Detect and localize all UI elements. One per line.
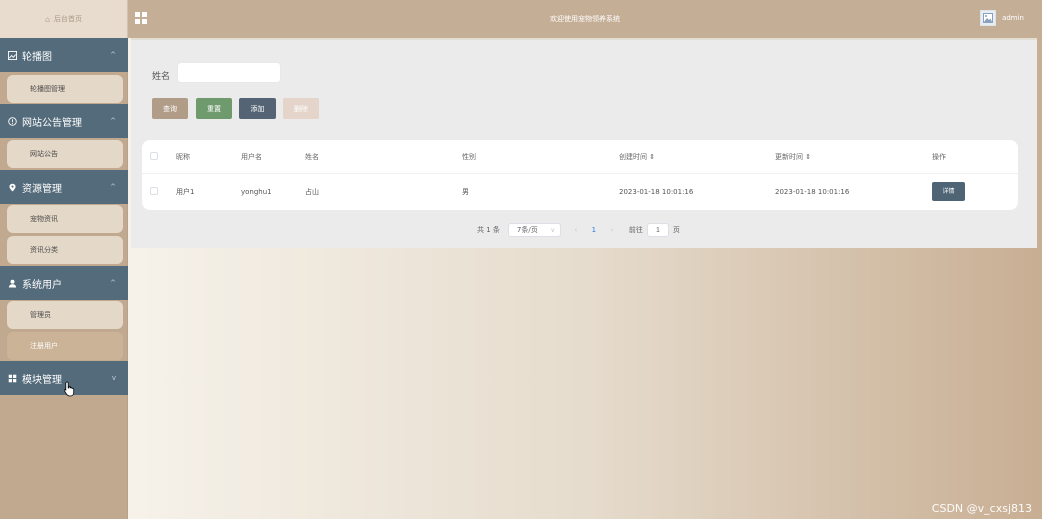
sidebar-group-resources[interactable]: 资源管理 ^ — [0, 170, 128, 204]
goto-prefix: 前往 — [628, 226, 643, 234]
name-search-input[interactable] — [177, 62, 281, 83]
delete-button[interactable]: 删除 — [283, 98, 319, 119]
sidebar-group-announcements[interactable]: 网站公告管理 ^ — [0, 104, 128, 138]
sidebar-group-carousel[interactable]: 轮播图 ^ — [0, 38, 128, 72]
sidebar-group-label: 系统用户 — [22, 279, 62, 291]
cell-gender: 男 — [462, 188, 469, 196]
column-header-action: 操作 — [932, 153, 946, 161]
detail-button[interactable]: 详情 — [932, 182, 965, 201]
hand-cursor-icon — [63, 381, 75, 397]
cell-updated: 2023-01-18 10:01:16 — [775, 188, 850, 196]
username: admin — [1002, 14, 1024, 22]
chevron-down-icon: ∨ — [550, 226, 555, 234]
image-icon — [8, 50, 17, 60]
prev-page-icon[interactable]: ‹ — [569, 223, 583, 237]
page-size-value: 7条/页 — [516, 226, 538, 234]
sidebar-item-label: 资讯分类 — [30, 246, 58, 254]
home-icon: ⌂ — [44, 14, 51, 24]
sidebar-item-admin[interactable]: 管理员 — [7, 301, 123, 329]
sidebar-group-label: 资源管理 — [22, 183, 62, 195]
sidebar-item-label: 轮播图管理 — [30, 85, 65, 93]
image-placeholder-icon — [983, 13, 994, 23]
sidebar-group-label: 模块管理 — [22, 374, 62, 386]
sidebar-group-label: 轮播图 — [22, 51, 52, 63]
pagination-total: 共 1 条 — [477, 226, 500, 234]
users-table: 昵称 用户名 姓名 性别 创建时间 ⇕ 更新时间 ⇕ 操作 用户1 yonghu… — [142, 140, 1018, 210]
user-icon — [8, 279, 17, 288]
table-header: 昵称 用户名 姓名 性别 创建时间 ⇕ 更新时间 ⇕ 操作 — [142, 140, 1018, 174]
cell-name: 占山 — [305, 188, 319, 196]
sidebar-item-pet-news[interactable]: 宠物资讯 — [7, 205, 123, 233]
chevron-up-icon: ^ — [110, 183, 116, 191]
chevron-up-icon: ^ — [110, 117, 116, 125]
sidebar-item-registered-users[interactable]: 注册用户 — [7, 332, 123, 360]
sidebar-item-label: 宠物资讯 — [30, 215, 58, 223]
sidebar-item-label: 注册用户 — [30, 342, 58, 350]
top-bar: ⌂ 后台首页 欢迎使用宠物领养系统 admin — [0, 0, 1042, 38]
chevron-down-icon: v — [111, 374, 116, 382]
content-panel: 姓名 查询 重置 添加 删除 昵称 用户名 姓名 性别 创建时间 ⇕ 更新时间 … — [131, 38, 1037, 248]
column-header-created[interactable]: 创建时间 ⇕ — [619, 140, 655, 174]
chevron-up-icon: ^ — [110, 279, 116, 287]
column-header-name[interactable]: 姓名 — [305, 140, 319, 174]
page-size-select[interactable]: 7条/页 ∨ — [507, 223, 561, 237]
page-number[interactable]: 1 — [587, 223, 601, 237]
avatar[interactable] — [980, 10, 997, 26]
table-row: 用户1 yonghu1 占山 男 2023-01-18 10:01:16 202… — [142, 175, 1018, 209]
sidebar-group-system-users[interactable]: 系统用户 ^ — [0, 266, 128, 300]
name-search-label: 姓名 — [152, 72, 171, 82]
user-menu[interactable]: admin — [980, 10, 1024, 26]
grid-icon — [8, 374, 17, 382]
page-jump: 前往 页 — [629, 223, 680, 237]
info-circle-icon — [8, 116, 17, 126]
next-page-icon[interactable]: › — [605, 223, 619, 237]
column-header-nickname[interactable]: 昵称 — [176, 140, 190, 174]
add-button[interactable]: 添加 — [239, 98, 276, 119]
sidebar: 轮播图 ^ 轮播图管理 网站公告管理 ^ 网站公告 资源管理 ^ 宠物资讯 资讯… — [0, 38, 128, 519]
column-header-username[interactable]: 用户名 — [241, 140, 262, 174]
row-checkbox[interactable] — [150, 187, 158, 195]
cell-nickname: 用户1 — [176, 188, 195, 196]
reset-button[interactable]: 重置 — [196, 98, 232, 119]
sidebar-item-site-notice[interactable]: 网站公告 — [7, 140, 123, 168]
home-link[interactable]: ⌂ 后台首页 — [0, 0, 128, 38]
watermark: CSDN @v_cxsj813 — [931, 502, 1032, 515]
main-content: 姓名 查询 重置 添加 删除 昵称 用户名 姓名 性别 创建时间 ⇕ 更新时间 … — [128, 38, 1042, 519]
select-all-checkbox[interactable] — [150, 152, 158, 160]
pagination: 共 1 条 7条/页 ∨ ‹ 1 › 前往 页 — [477, 222, 680, 238]
column-header-updated[interactable]: 更新时间 ⇕ — [775, 140, 811, 174]
system-title: 欢迎使用宠物领养系统 — [550, 15, 620, 23]
sidebar-group-label: 网站公告管理 — [22, 117, 82, 129]
sidebar-item-label: 网站公告 — [30, 150, 58, 158]
cell-username: yonghu1 — [241, 188, 272, 196]
column-header-gender[interactable]: 性别 — [462, 140, 476, 174]
cell-created: 2023-01-18 10:01:16 — [619, 188, 694, 196]
sidebar-item-news-category[interactable]: 资讯分类 — [7, 236, 123, 264]
goto-suffix: 页 — [672, 226, 680, 234]
sidebar-item-carousel-manage[interactable]: 轮播图管理 — [7, 75, 123, 103]
goto-page-input[interactable] — [646, 223, 669, 237]
home-label: 后台首页 — [54, 15, 83, 23]
location-pin-icon — [9, 183, 16, 191]
chevron-up-icon: ^ — [110, 51, 116, 59]
sidebar-item-label: 管理员 — [30, 311, 51, 319]
query-button[interactable]: 查询 — [152, 98, 188, 119]
